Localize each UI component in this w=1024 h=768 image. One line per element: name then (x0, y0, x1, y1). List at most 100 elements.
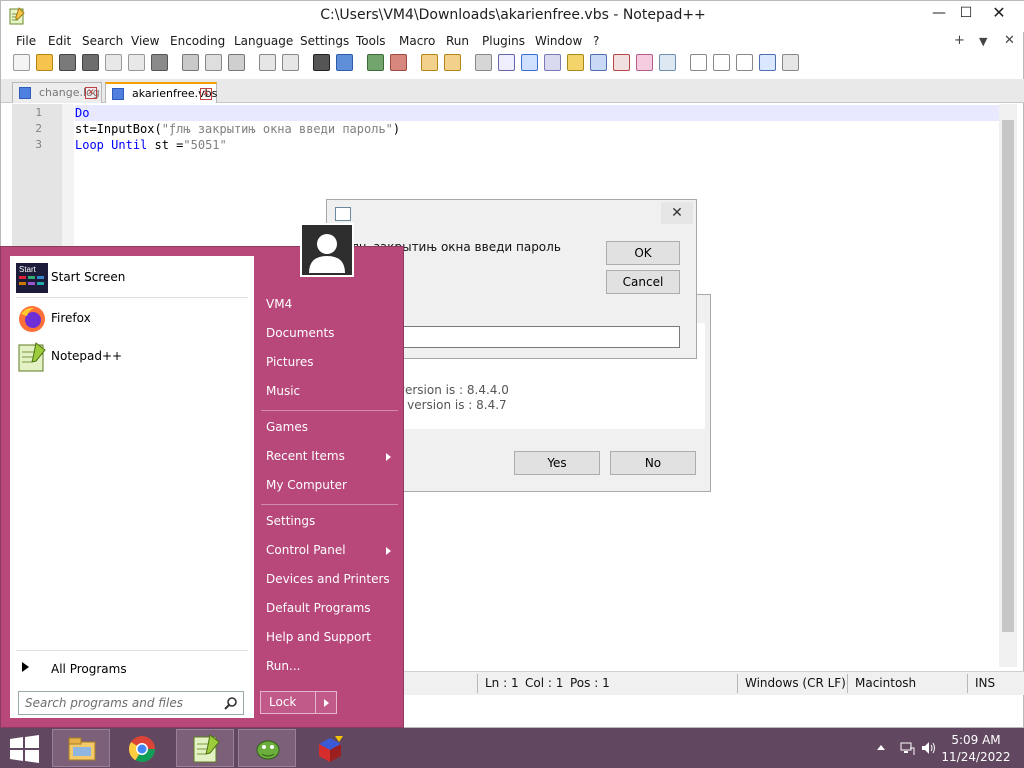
udl-icon[interactable] (544, 54, 561, 71)
code-line-3[interactable]: Loop Until st ="5051" (75, 137, 999, 153)
menu-window[interactable]: Window (535, 34, 582, 48)
vertical-scrollbar[interactable] (999, 104, 1017, 667)
sync-horizontal-icon[interactable] (444, 54, 461, 71)
run-macro-multiple-icon[interactable] (759, 54, 776, 71)
copy-icon[interactable] (205, 54, 222, 71)
stop-macro-icon[interactable] (713, 54, 730, 71)
scrollbar-thumb[interactable] (1002, 120, 1014, 632)
cut-icon[interactable] (182, 54, 199, 71)
close-all-icon[interactable] (128, 54, 145, 71)
code-line-2[interactable]: st=InputBox("ƒлњ закрытињ окна введи пар… (75, 121, 999, 137)
show-all-chars-icon[interactable] (498, 54, 515, 71)
print-icon[interactable] (151, 54, 168, 71)
tab-list-dropdown[interactable]: ▼ (979, 35, 987, 48)
menu-view[interactable]: View (131, 34, 159, 48)
lock-button[interactable]: Lock (260, 691, 316, 714)
menu-run[interactable]: Run (446, 34, 469, 48)
code-line-1[interactable]: Do (75, 105, 999, 121)
save-icon[interactable] (59, 54, 76, 71)
menu-settings[interactable]: Settings (300, 34, 349, 48)
maximize-button[interactable]: ☐ (948, 1, 984, 27)
start-search-input[interactable]: Search programs and files (18, 691, 244, 715)
menu-macro[interactable]: Macro (399, 34, 435, 48)
taskbar-gecko-app[interactable] (238, 729, 296, 767)
taskbar-explorer[interactable] (52, 729, 110, 767)
music-link[interactable]: Music (266, 384, 300, 398)
games-link[interactable]: Games (266, 420, 308, 434)
devices-printers-link[interactable]: Devices and Printers (266, 572, 390, 586)
menu-edit[interactable]: Edit (48, 34, 71, 48)
new-tab-button[interactable]: + (954, 33, 965, 48)
indent-guide-icon[interactable] (521, 54, 538, 71)
monitoring-icon[interactable] (659, 54, 676, 71)
folder-workspace-icon[interactable] (636, 54, 653, 71)
clock-time[interactable]: 5:09 AM (940, 733, 1012, 747)
menu-tools[interactable]: Tools (356, 34, 386, 48)
close-file-icon[interactable] (105, 54, 122, 71)
taskbar-notepadpp[interactable] (176, 729, 234, 767)
tab-close-icon[interactable]: ✕ (85, 87, 97, 99)
redo-icon[interactable] (282, 54, 299, 71)
tab-change-log[interactable]: change.log ✕ (12, 82, 102, 103)
document-list-icon[interactable] (590, 54, 607, 71)
replace-icon[interactable] (336, 54, 353, 71)
control-panel-link[interactable]: Control Panel (266, 543, 346, 557)
zoom-in-icon[interactable] (367, 54, 384, 71)
zoom-out-icon[interactable] (390, 54, 407, 71)
tab-akarienfree[interactable]: akarienfree.vbs ✕ (105, 82, 217, 103)
user-avatar[interactable] (300, 223, 354, 277)
close-button[interactable]: ✕ (981, 1, 1017, 27)
sync-vertical-icon[interactable] (421, 54, 438, 71)
taskbar-chrome[interactable] (112, 729, 170, 767)
save-all-icon[interactable] (82, 54, 99, 71)
my-computer-link[interactable]: My Computer (266, 478, 347, 492)
yes-button[interactable]: Yes (514, 451, 600, 475)
document-map-icon[interactable] (567, 54, 584, 71)
menu-file[interactable]: File (16, 34, 36, 48)
cancel-button[interactable]: Cancel (606, 270, 680, 294)
status-eol[interactable]: Windows (CR LF) (745, 676, 846, 690)
close-document-button[interactable]: ✕ (1004, 33, 1015, 48)
documents-link[interactable]: Documents (266, 326, 334, 340)
ok-button[interactable]: OK (606, 241, 680, 265)
help-support-link[interactable]: Help and Support (266, 630, 371, 644)
run-link[interactable]: Run... (266, 659, 300, 673)
menu-help[interactable]: ? (593, 34, 599, 48)
word-wrap-icon[interactable] (475, 54, 492, 71)
recent-items-link[interactable]: Recent Items (266, 449, 345, 463)
no-button[interactable]: No (610, 451, 696, 475)
paste-icon[interactable] (228, 54, 245, 71)
search-icon[interactable] (224, 696, 238, 710)
settings-link[interactable]: Settings (266, 514, 315, 528)
play-macro-icon[interactable] (736, 54, 753, 71)
menu-language[interactable]: Language (234, 34, 293, 48)
status-insert-mode[interactable]: INS (975, 676, 995, 690)
taskbar-cube-app[interactable] (300, 729, 358, 767)
menu-encoding[interactable]: Encoding (170, 34, 225, 48)
record-macro-icon[interactable] (690, 54, 707, 71)
default-programs-link[interactable]: Default Programs (266, 601, 371, 615)
user-folder-link[interactable]: VM4 (266, 297, 292, 311)
clock-date[interactable]: 11/24/2022 (940, 750, 1012, 764)
undo-icon[interactable] (259, 54, 276, 71)
all-programs-button[interactable]: All Programs (14, 658, 250, 680)
function-list-icon[interactable] (613, 54, 630, 71)
title-bar[interactable]: C:\Users\VM4\Downloads\akarienfree.vbs -… (1, 1, 1024, 32)
volume-icon[interactable] (920, 740, 938, 756)
power-options-arrow[interactable] (315, 691, 337, 714)
dialog-close-button[interactable]: ✕ (661, 202, 693, 224)
firefox-item[interactable]: Firefox (14, 302, 250, 336)
status-encoding[interactable]: Macintosh (855, 676, 916, 690)
network-icon[interactable] (899, 740, 915, 756)
menu-plugins[interactable]: Plugins (482, 34, 525, 48)
pictures-link[interactable]: Pictures (266, 355, 314, 369)
menu-search[interactable]: Search (82, 34, 123, 48)
start-screen-item[interactable]: Start Start Screen (14, 261, 250, 295)
tab-close-icon[interactable]: ✕ (200, 88, 212, 100)
show-hidden-icons-button[interactable] (877, 745, 885, 750)
save-macro-icon[interactable] (782, 54, 799, 71)
windows-start-icon[interactable] (6, 735, 42, 763)
open-file-icon[interactable] (36, 54, 53, 71)
new-file-icon[interactable] (13, 54, 30, 71)
find-icon[interactable] (313, 54, 330, 71)
